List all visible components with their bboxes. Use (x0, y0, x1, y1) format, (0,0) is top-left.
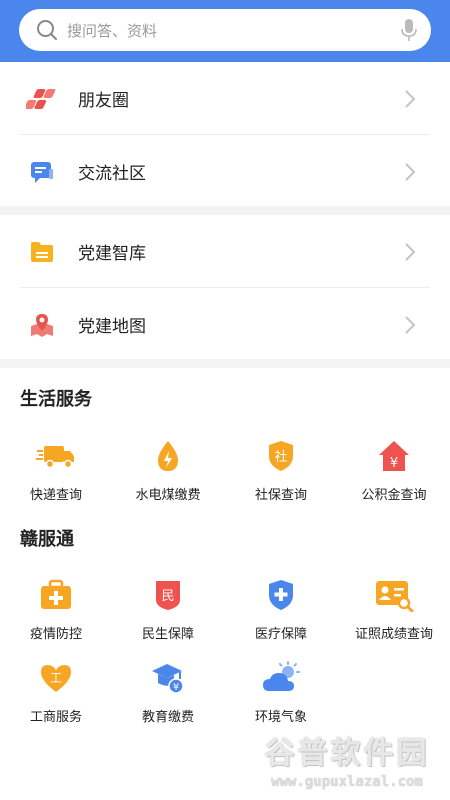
id-card-search-icon (374, 575, 414, 615)
svg-text:¥: ¥ (390, 456, 398, 471)
service-label: 民生保障 (141, 627, 194, 642)
service-epidemic-control[interactable]: 疫情防控 (0, 575, 112, 647)
search-placeholder[interactable]: 搜问答、资料 (67, 20, 387, 41)
service-livelihood-security[interactable]: 民 民生保障 (112, 575, 224, 647)
service-label: 水电煤缴费 (135, 488, 201, 503)
service-social-security[interactable]: 社 社保查询 (225, 436, 337, 508)
menu-label: 党建地图 (78, 317, 146, 337)
shield-social-icon: 社 (261, 436, 301, 476)
house-yuan-icon: ¥ (374, 436, 414, 476)
menu-row-community[interactable]: 交流社区 (0, 135, 450, 208)
chat-icon (20, 135, 64, 208)
menu-row-party-map[interactable]: 党建地图 (0, 288, 450, 361)
medical-shield-icon (261, 575, 301, 615)
service-education-payment[interactable]: ¥ 教育缴费 (112, 658, 224, 730)
chevron-right-icon (390, 288, 430, 361)
moments-icon (20, 62, 64, 135)
chevron-right-icon (390, 62, 430, 135)
service-housing-fund[interactable]: ¥ 公积金查询 (338, 436, 450, 508)
menu-row-think-tank[interactable]: 党建智库 (0, 215, 450, 288)
chevron-right-icon (390, 135, 430, 208)
service-label: 医疗保障 (254, 627, 307, 642)
menu-group-social: 朋友圈 交流社区 (0, 62, 450, 208)
menu-row-moments[interactable]: 朋友圈 (0, 62, 450, 135)
service-label: 疫情防控 (29, 627, 82, 642)
chevron-right-icon (390, 215, 430, 288)
microphone-icon[interactable] (387, 9, 431, 51)
map-pin-icon (20, 288, 64, 361)
badge-min-icon: 民 (148, 575, 188, 615)
svg-text:工: 工 (50, 671, 62, 685)
medkit-icon (36, 575, 76, 615)
weather-icon (261, 658, 301, 698)
search-icon (27, 9, 67, 51)
section-gap (0, 359, 450, 368)
service-commerce[interactable]: 工 工商服务 (0, 658, 112, 730)
service-label: 快递查询 (29, 488, 82, 503)
service-label: 环境气象 (254, 710, 307, 725)
service-label: 社保查询 (254, 488, 307, 503)
service-express-query[interactable]: 快递查询 (0, 436, 112, 508)
heart-commerce-icon: 工 (36, 658, 76, 698)
service-label: 教育缴费 (141, 710, 194, 725)
section-title-life-services: 生活服务 (20, 389, 92, 410)
truck-icon (36, 436, 76, 476)
folder-icon (20, 215, 64, 288)
site-watermark: 谷普软件园 www.gupuxlazal.com (246, 728, 448, 798)
service-label: 工商服务 (29, 710, 82, 725)
service-label: 公积金查询 (361, 488, 427, 503)
graduation-cap-icon: ¥ (148, 658, 188, 698)
menu-label: 交流社区 (78, 164, 146, 184)
energy-drop-icon (148, 436, 188, 476)
service-label: 证照成绩查询 (354, 627, 433, 642)
top-bar: 搜问答、资料 (0, 0, 450, 62)
svg-text:民: 民 (161, 589, 174, 604)
watermark-url: www.gupuxlazal.com (271, 774, 423, 790)
svg-text:社: 社 (274, 449, 287, 465)
service-medical-security[interactable]: 医疗保障 (225, 575, 337, 647)
section-title-gan-fu-tong: 赣服通 (20, 529, 74, 550)
watermark-title: 谷普软件园 (264, 736, 430, 771)
service-certificate-query[interactable]: 证照成绩查询 (338, 575, 450, 647)
service-utility-payment[interactable]: 水电煤缴费 (112, 436, 224, 508)
menu-group-party: 党建智库 党建地图 (0, 215, 450, 361)
service-environment-weather[interactable]: 环境气象 (225, 658, 337, 730)
svg-text:¥: ¥ (173, 682, 179, 693)
section-gap (0, 206, 450, 215)
menu-label: 党建智库 (78, 244, 146, 264)
search-bar[interactable]: 搜问答、资料 (19, 9, 431, 51)
menu-label: 朋友圈 (78, 91, 129, 111)
